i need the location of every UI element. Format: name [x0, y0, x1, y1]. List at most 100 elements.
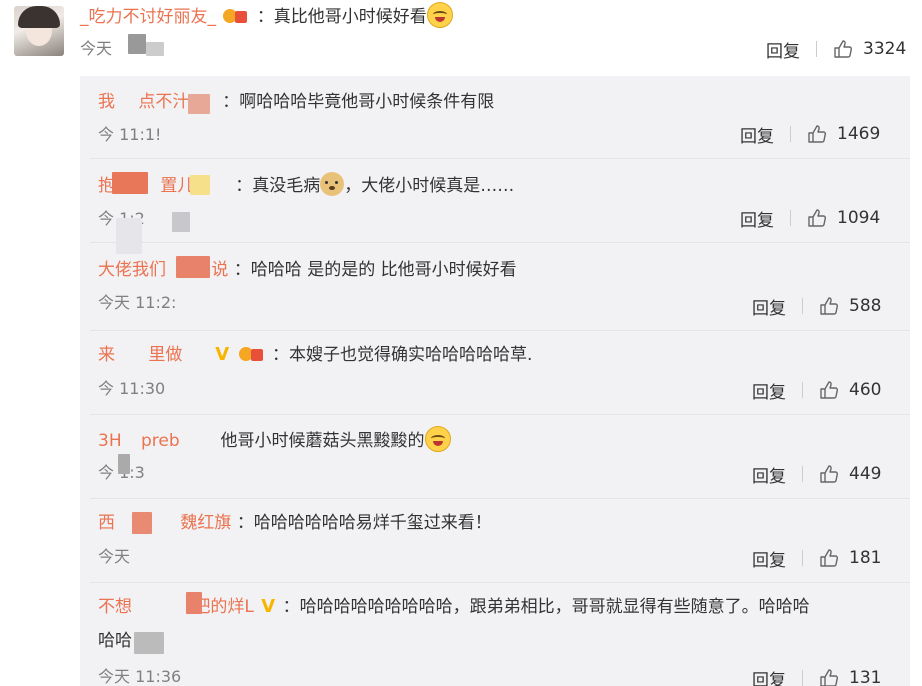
like-count: 1094 — [837, 208, 881, 228]
reply-username[interactable]: 来 — [98, 345, 115, 365]
reply-text: 他哥小时候蘑菇头黑黢黢的 — [220, 431, 425, 451]
reply-actions: 回复 1094 — [740, 206, 880, 231]
like-button[interactable]: 588 — [819, 296, 881, 316]
divider — [816, 41, 817, 57]
divider — [90, 582, 910, 583]
redaction-block — [118, 454, 130, 474]
reply-username[interactable]: 大佬我们 — [98, 260, 166, 280]
reply-button[interactable]: 回复 — [740, 206, 774, 231]
reply-username-tail[interactable]: preb — [141, 431, 180, 451]
reply-text: ：啊哈哈哈毕竟他哥小时候条件有限 — [222, 92, 495, 112]
thumbs-up-icon — [808, 125, 827, 143]
divider — [802, 550, 803, 566]
thumbs-up-icon — [820, 669, 839, 686]
divider — [90, 498, 910, 499]
reply-username[interactable]: 我 — [98, 92, 115, 112]
reply-button[interactable]: 回复 — [740, 122, 774, 147]
vip-icon: V — [215, 344, 230, 365]
like-count: 449 — [849, 464, 882, 484]
reply-username[interactable]: 不想 — [98, 597, 132, 617]
reply-text: ：哈哈哈 是的是的 比他哥小时候好看 — [233, 260, 517, 280]
reply-username-tail[interactable]: 说 — [211, 260, 228, 280]
main-comment-time: 今天 — [80, 39, 113, 58]
dog-emoji-icon — [320, 172, 345, 196]
reply-text-cont: ，大佬小时候真是…… — [344, 176, 515, 196]
thumbs-up-icon — [820, 549, 839, 567]
reply-line: 西 魏红旗 ：哈哈哈哈哈哈易烊千玺过来看！ — [98, 510, 492, 536]
reply-button[interactable]: 回复 — [752, 462, 786, 487]
reply-username-tail[interactable]: 点不汁 — [138, 92, 189, 112]
like-count: 181 — [849, 548, 882, 568]
redaction-block — [132, 512, 152, 534]
redaction-block — [146, 42, 164, 56]
divider — [802, 382, 803, 398]
thumbs-up-icon — [834, 40, 853, 58]
reply-time: 今 11:30 — [98, 379, 166, 398]
divider — [90, 158, 910, 159]
reply-line: 来 里做 V ：本嫂子也觉得确实哈哈哈哈哈草. — [98, 342, 532, 368]
redaction-block — [176, 256, 210, 278]
badge-icon — [238, 345, 265, 363]
reply-line: 3H preb 他哥小时候蘑菇头黑黢黢的 — [98, 426, 451, 454]
main-comment: _吃力不讨好丽友_ ：真比他哥小时候好看 今天 回复 3324 — [0, 0, 922, 74]
reply-username-tail[interactable]: 里做 — [148, 345, 182, 365]
divider — [802, 670, 803, 686]
main-comment-username[interactable]: _吃力不讨好丽友_ — [80, 7, 216, 27]
thumbs-up-icon — [820, 297, 839, 315]
reply-button[interactable]: 回复 — [752, 666, 786, 686]
like-button[interactable]: 131 — [819, 668, 881, 686]
reply-text: ：哈哈哈哈哈哈易烊千玺过来看！ — [236, 513, 492, 533]
reply-button[interactable]: 回复 — [752, 294, 786, 319]
reply-actions: 回复 449 — [752, 462, 881, 487]
reply-actions: 回复 460 — [752, 378, 881, 403]
reply-actions: 回复 1469 — [740, 122, 880, 147]
redaction-block — [188, 94, 210, 114]
redaction-block — [128, 34, 146, 54]
like-button[interactable]: 1469 — [807, 124, 880, 144]
like-button[interactable]: 1094 — [807, 208, 880, 228]
reply-line: 大佬我们 说 ：哈哈哈 是的是的 比他哥小时候好看 — [98, 257, 517, 283]
reply-username-tail[interactable]: 魏红旗 — [180, 513, 231, 533]
redaction-block — [116, 218, 142, 254]
reply-text: ：真没毛病 — [235, 176, 321, 196]
thumbs-up-icon — [820, 381, 839, 399]
reply-line-2: 哈哈 — [98, 628, 132, 654]
divider — [790, 126, 791, 142]
like-button[interactable]: 181 — [819, 548, 881, 568]
reply-button[interactable]: 回复 — [766, 37, 800, 62]
like-count: 131 — [849, 668, 882, 686]
avatar[interactable] — [14, 6, 64, 56]
reply-time: 今天 — [98, 547, 131, 566]
reply-line: 抱 置儿 ：真没毛病 ，大佬小时候真是…… — [98, 172, 514, 199]
main-comment-actions: 回复 3324 — [766, 37, 906, 62]
reply-button[interactable]: 回复 — [752, 546, 786, 571]
reply-line: 不想 吧的烊L V ：哈哈哈哈哈哈哈哈哈，跟弟弟相比，哥哥就显得有些随意了。哈哈… — [98, 594, 810, 620]
divider — [90, 242, 910, 243]
reply-actions: 回复 181 — [752, 546, 881, 571]
redaction-block — [112, 172, 148, 194]
reply-username[interactable]: 西 — [98, 513, 115, 533]
divider — [802, 466, 803, 482]
redaction-block — [190, 175, 210, 195]
like-count: 1469 — [837, 124, 881, 144]
reply-username[interactable]: 3H — [98, 431, 122, 451]
redaction-block — [172, 212, 190, 232]
divider — [90, 330, 910, 331]
like-button[interactable]: 460 — [819, 380, 881, 400]
main-comment-line: _吃力不讨好丽友_ ：真比他哥小时候好看 — [80, 2, 453, 30]
redaction-block — [186, 592, 202, 614]
reply-text: ：本嫂子也觉得确实哈哈哈哈哈草. — [271, 345, 533, 365]
reply-button[interactable]: 回复 — [752, 378, 786, 403]
laughing-emoji-icon — [426, 2, 453, 28]
replies-panel: 我 点不汁 ：啊哈哈哈毕竟他哥小时候条件有限 今 11:1! 回复 1469 抱… — [80, 76, 910, 686]
divider — [802, 298, 803, 314]
badge-icon — [223, 7, 249, 25]
thumbs-up-icon — [808, 209, 827, 227]
reply-text: ：哈哈哈哈哈哈哈哈哈，跟弟弟相比，哥哥就显得有些随意了。哈哈哈 — [282, 597, 810, 617]
reply-text-cont: 哈哈 — [98, 631, 132, 651]
like-button[interactable]: 3324 — [833, 39, 906, 59]
reply-username-tail[interactable]: 吧的烊L — [193, 597, 253, 617]
like-count: 460 — [849, 380, 882, 400]
like-button[interactable]: 449 — [819, 464, 881, 484]
redaction-block — [134, 632, 164, 654]
